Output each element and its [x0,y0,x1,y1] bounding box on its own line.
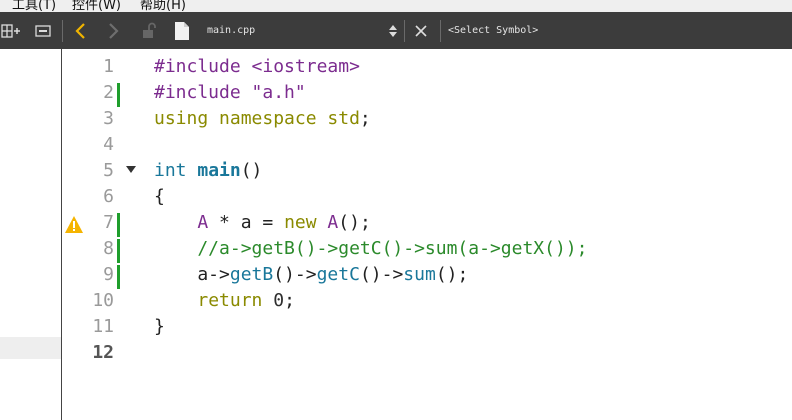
change-marker [117,83,120,107]
code-token: //a->getB()->getC()->sum(a->getX()); [154,238,588,259]
code-line[interactable]: A * a = new A(); [154,212,371,238]
warning-icon[interactable] [64,215,84,235]
project-sidebar[interactable] [0,49,62,420]
forward-arrow-icon[interactable] [104,12,124,49]
fold-toggle-icon[interactable] [125,158,137,184]
code-token: () [240,160,263,181]
line-number: 10 [92,290,114,311]
code-token: <iostream> [251,56,360,77]
code-token: (); [338,212,371,233]
code-token: ; [359,108,371,129]
code-token: return [197,290,263,311]
current-file-name: main.cpp [207,25,256,36]
code-token: { [154,186,165,207]
code-line[interactable]: { [154,186,165,212]
close-split-icon[interactable] [32,12,54,49]
file-icon [172,12,192,49]
sidebar-selected-row[interactable] [0,337,61,359]
code-token: using namespace std [154,108,360,129]
code-token: new [284,212,317,233]
code-token: int [154,160,198,181]
code-token: * a = [208,212,285,233]
code-token: ()-> [359,264,404,285]
close-document-icon[interactable] [411,12,431,49]
line-number: 11 [92,316,114,337]
code-token: main [197,160,241,181]
code-token: sum [403,264,436,285]
code-line[interactable]: a->getB()->getC()->sum(); [154,264,468,290]
line-number: 4 [103,134,114,155]
line-number: 1 [103,56,114,77]
line-number: 5 [103,160,114,181]
code-line[interactable]: return 0; [154,290,295,316]
code-token: ()-> [273,264,317,285]
code-token: A [197,212,209,233]
unlock-icon[interactable] [140,12,160,49]
line-number: 12 [92,342,114,363]
code-token: #include [154,56,252,77]
menu-widgets[interactable]: 控件(W) [72,0,121,12]
back-arrow-icon[interactable] [70,12,90,49]
code-token: a-> [154,264,230,285]
code-line[interactable]: //a->getB()->getC()->sum(a->getX()); [154,238,587,264]
line-number: 3 [103,108,114,129]
file-dropdown-icon[interactable] [386,12,400,49]
menu-bar: 工具(T) 控件(W) 帮助(H) [0,0,792,12]
code-token: 0 [273,290,285,311]
code-token: (); [435,264,469,285]
code-line[interactable]: using namespace std; [154,108,371,134]
code-token: getC [316,264,360,285]
code-token: "a.h" [251,82,306,103]
code-token: } [154,316,165,337]
editor-toolbar: main.cpp <Select Symbol> [0,12,792,49]
symbol-selector[interactable]: <Select Symbol> [448,12,598,49]
code-token: #include [154,82,252,103]
code-token: getB [229,264,274,285]
file-selector[interactable]: main.cpp [207,12,287,49]
line-number: 8 [103,238,114,259]
toolbar-separator [62,20,63,42]
code-line[interactable]: #include "a.h" [154,82,306,108]
line-number: 9 [103,264,114,285]
toolbar-separator [404,20,405,42]
code-line[interactable]: } [154,316,165,342]
code-line[interactable]: #include <iostream> [154,56,360,82]
change-marker [117,213,120,237]
toolbar-separator [440,20,441,42]
change-marker [117,239,120,263]
change-marker [117,265,120,289]
symbol-selector-label: <Select Symbol> [448,25,539,36]
split-add-icon[interactable] [0,12,22,49]
code-token: A [327,212,339,233]
line-number: 2 [103,82,114,103]
menu-tools[interactable]: 工具(T) [12,0,56,12]
line-number: 6 [103,186,114,207]
menu-help[interactable]: 帮助(H) [140,0,186,12]
code-line[interactable]: int main() [154,160,262,186]
code-token: ; [284,290,295,311]
